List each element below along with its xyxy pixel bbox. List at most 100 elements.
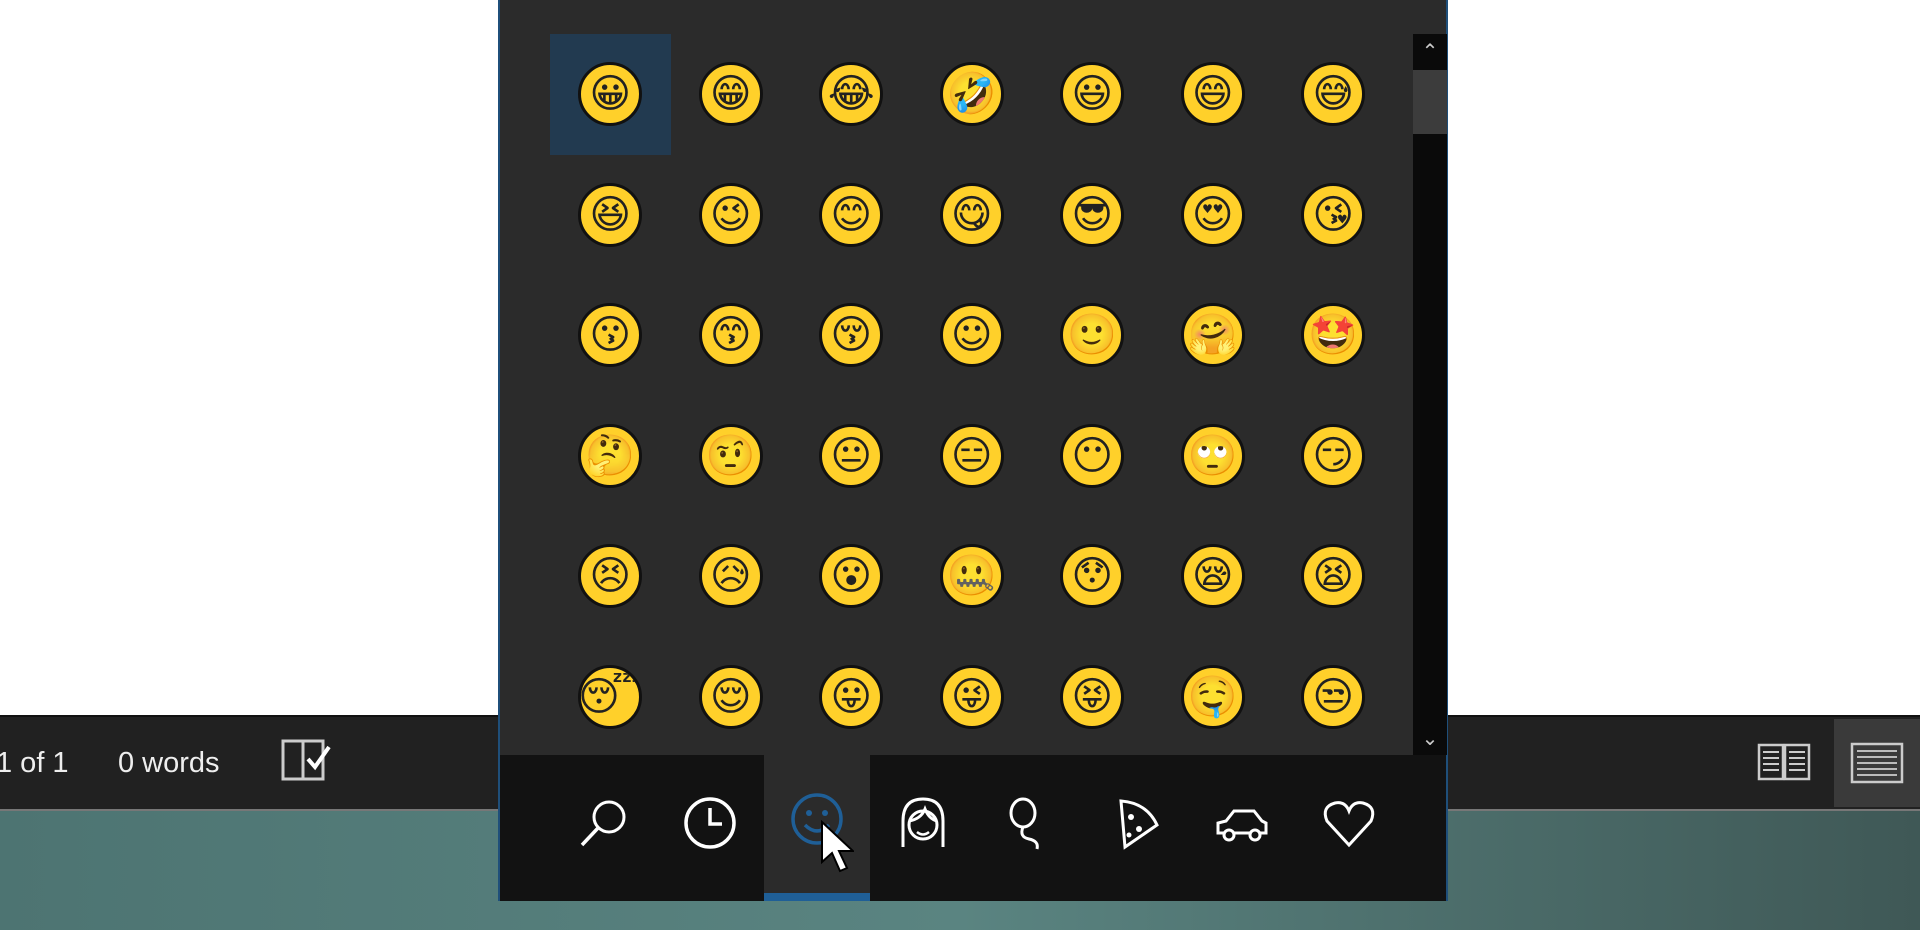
emoji-cell[interactable]: 😌: [671, 637, 792, 758]
emoji: 😑: [939, 423, 1004, 488]
emoji: 😆: [578, 182, 643, 247]
emoji: 😋: [939, 182, 1004, 247]
emoji: 😴: [578, 664, 643, 729]
emoji-cell[interactable]: 🤐: [912, 516, 1033, 637]
emoji-cell[interactable]: 😑: [912, 396, 1033, 517]
emoji: 😒: [1301, 664, 1366, 729]
emoji-cell[interactable]: 🤔: [550, 396, 671, 517]
emoji-cell[interactable]: 🤗: [1153, 275, 1274, 396]
emoji: 😫: [1301, 544, 1366, 609]
tab-celebration[interactable]: [976, 755, 1082, 901]
emoji-cell[interactable]: 😣: [550, 516, 671, 637]
emoji-cell[interactable]: 😜: [912, 637, 1033, 758]
emoji-cell[interactable]: 😄: [1153, 34, 1274, 155]
emoji: 🤩: [1301, 303, 1366, 368]
emoji-cell[interactable]: 😥: [671, 516, 792, 637]
emoji: 😚: [819, 303, 884, 368]
emoji-cell[interactable]: 😋: [912, 155, 1033, 276]
emoji-cell[interactable]: 😝: [1032, 637, 1153, 758]
emoji-cell[interactable]: 😊: [791, 155, 912, 276]
open-book-icon: [1757, 743, 1811, 781]
emoji-cell[interactable]: 😁: [671, 34, 792, 155]
emoji-cell[interactable]: ☺: [912, 275, 1033, 396]
page-lines-icon: [1850, 742, 1904, 784]
emoji-cell[interactable]: 😉: [671, 155, 792, 276]
emoji-cell[interactable]: 😚: [791, 275, 912, 396]
emoji-panel: 😀 😁 😂 🤣 😃 😄 😅 😆 😉 😊 😋 😎 😍 😘 😗 😙 😚 ☺ 🙂 🤗 🤩 🤔 🤨 😐 😑 😶 🙄 😏 😣 😥 😮 🤐 😯 😪 😫 😴 😌 😛 😜 😝…: [498, 0, 1448, 901]
tab-recent[interactable]: [657, 755, 763, 901]
emoji: 😂: [819, 62, 884, 127]
emoji: 😥: [698, 544, 763, 609]
tab-people[interactable]: [870, 755, 976, 901]
emoji-cell[interactable]: 😆: [550, 155, 671, 276]
emoji-cell[interactable]: 🤨: [671, 396, 792, 517]
emoji: 😌: [698, 664, 763, 729]
emoji: 😯: [1060, 544, 1125, 609]
emoji: 😏: [1301, 423, 1366, 488]
book-check-icon[interactable]: [280, 737, 336, 790]
emoji: 🤨: [698, 423, 763, 488]
emoji-cell[interactable]: 😐: [791, 396, 912, 517]
emoji: 😪: [1180, 544, 1245, 609]
emoji: 🙄: [1180, 423, 1245, 488]
scroll-down-button[interactable]: ⌄: [1413, 721, 1447, 755]
emoji: 😊: [819, 182, 884, 247]
emoji-cell[interactable]: 🤤: [1153, 637, 1274, 758]
emoji-cell[interactable]: 😯: [1032, 516, 1153, 637]
emoji: 🤗: [1180, 303, 1245, 368]
tab-symbols[interactable]: [1296, 755, 1402, 901]
emoji: 😗: [578, 303, 643, 368]
emoji-cell[interactable]: 😎: [1032, 155, 1153, 276]
page-count[interactable]: 1 of 1: [0, 747, 69, 780]
emoji-cell[interactable]: 🙂: [1032, 275, 1153, 396]
emoji-cell[interactable]: 😴: [550, 637, 671, 758]
emoji: 😅: [1301, 62, 1366, 127]
emoji: 😄: [1180, 62, 1245, 127]
emoji-cell[interactable]: 😙: [671, 275, 792, 396]
emoji: 😁: [698, 62, 763, 127]
emoji-cell[interactable]: 😏: [1273, 396, 1394, 517]
emoji-cell[interactable]: 😪: [1153, 516, 1274, 637]
emoji: 😀: [578, 62, 643, 127]
read-mode-button[interactable]: [1741, 719, 1827, 807]
emoji-cell[interactable]: 😛: [791, 637, 912, 758]
tab-food[interactable]: [1084, 755, 1190, 901]
emoji-cell[interactable]: 😶: [1032, 396, 1153, 517]
tab-search[interactable]: [551, 755, 657, 901]
emoji-cell[interactable]: 😃: [1032, 34, 1153, 155]
heart-icon: [1323, 801, 1375, 848]
emoji-cell[interactable]: 🤣: [912, 34, 1033, 155]
mouse-cursor: [821, 820, 854, 873]
tab-smileys[interactable]: [764, 755, 870, 901]
emoji-cell[interactable]: 😀: [550, 34, 671, 155]
scrollbar-thumb[interactable]: [1413, 70, 1447, 134]
scroll-up-button[interactable]: ⌃: [1413, 34, 1447, 68]
emoji-cell[interactable]: 😫: [1273, 516, 1394, 637]
scrollbar[interactable]: ⌃ ⌄: [1413, 34, 1447, 755]
emoji: 🤤: [1180, 664, 1245, 729]
emoji: 😉: [698, 182, 763, 247]
emoji: 😶: [1060, 423, 1125, 488]
clock-icon: [684, 797, 736, 849]
emoji-cell[interactable]: 😂: [791, 34, 912, 155]
emoji: 😛: [819, 664, 884, 729]
balloon-icon: [1009, 797, 1039, 850]
emoji: 😣: [578, 544, 643, 609]
emoji-cell[interactable]: 😘: [1273, 155, 1394, 276]
word-count[interactable]: 0 words: [118, 747, 220, 780]
emoji: 🤐: [939, 544, 1004, 609]
print-layout-button[interactable]: [1834, 719, 1920, 807]
emoji-cell[interactable]: 😮: [791, 516, 912, 637]
person-icon: [901, 797, 945, 847]
emoji-cell[interactable]: 😒: [1273, 637, 1394, 758]
emoji-cell[interactable]: 🙄: [1153, 396, 1274, 517]
emoji: 😐: [819, 423, 884, 488]
emoji: ☺: [939, 303, 1004, 368]
emoji-cell[interactable]: 😗: [550, 275, 671, 396]
tab-travel[interactable]: [1189, 755, 1295, 901]
emoji: 😘: [1301, 182, 1366, 247]
emoji-cell[interactable]: 😍: [1153, 155, 1274, 276]
emoji-cell[interactable]: 🤩: [1273, 275, 1394, 396]
emoji-cell[interactable]: 😅: [1273, 34, 1394, 155]
emoji: 😍: [1180, 182, 1245, 247]
